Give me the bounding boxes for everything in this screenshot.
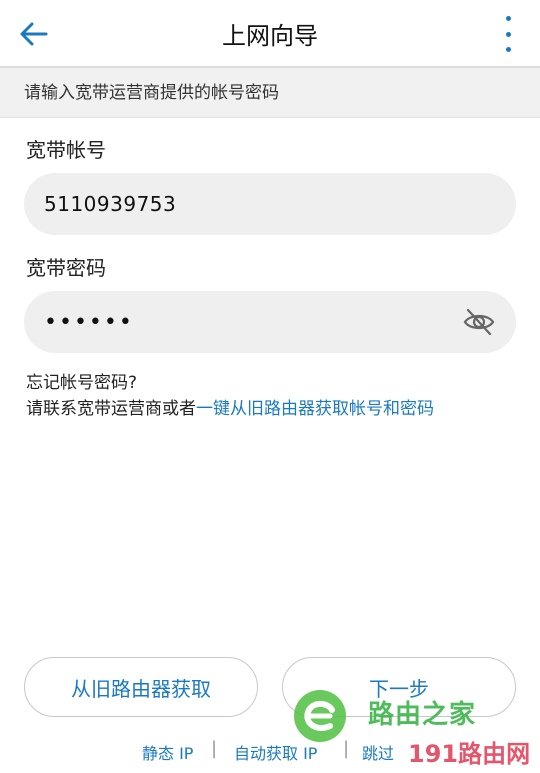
forgot-help-line: 请联系宽带运营商或者一键从旧路由器获取帐号和密码 — [26, 396, 434, 422]
get-from-old-router-link[interactable]: 一键从旧路由器获取帐号和密码 — [196, 399, 434, 419]
account-value: 5110939753 — [44, 192, 177, 216]
router-home-logo-icon — [294, 690, 346, 742]
get-from-old-router-button[interactable]: 从旧路由器获取 — [24, 657, 258, 717]
more-options-button[interactable] — [502, 16, 514, 52]
account-label: 宽带帐号 — [26, 138, 106, 162]
skip-link[interactable]: 跳过 — [362, 740, 394, 764]
forgot-help-prefix: 请联系宽带运营商或者 — [26, 399, 196, 419]
eye-off-icon[interactable] — [462, 305, 496, 339]
account-field[interactable]: 5110939753 — [24, 173, 516, 235]
watermark-text-1: 路由之家 — [368, 700, 477, 730]
instruction-banner: 请输入宽带运营商提供的帐号密码 — [0, 68, 540, 118]
page-title: 上网向导 — [222, 22, 318, 50]
forgot-credentials-help: 忘记帐号密码? 请联系宽带运营商或者一键从旧路由器获取帐号和密码 — [26, 370, 434, 422]
watermark-text-2: 191路由网 — [408, 740, 531, 768]
app-bar: 上网向导 — [0, 0, 540, 68]
password-label: 宽带密码 — [26, 256, 106, 280]
forgot-title: 忘记帐号密码? — [26, 373, 138, 393]
password-field[interactable]: •••••• — [24, 291, 516, 353]
more-vert-icon — [505, 16, 511, 21]
password-value: •••••• — [44, 309, 134, 335]
link-divider: | — [211, 738, 218, 759]
static-ip-link[interactable]: 静态 IP — [142, 740, 193, 764]
